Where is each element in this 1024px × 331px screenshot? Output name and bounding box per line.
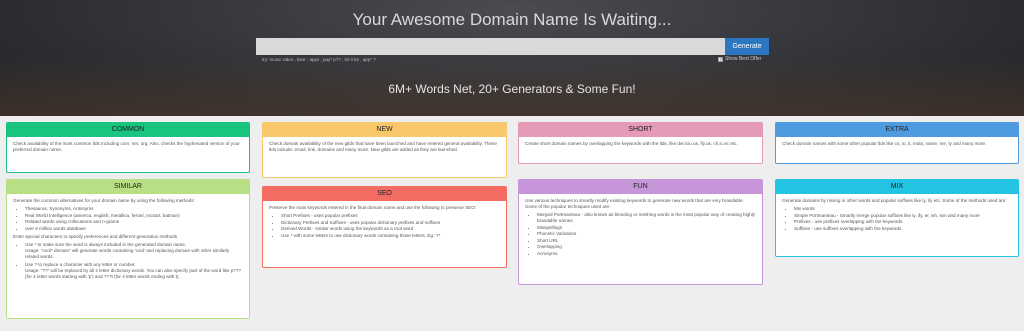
mix-methods-list: Mix words Simple Portmanteau - Smartly m… [794, 206, 1012, 232]
similar-methods-list: Thesaurus, Synonyms, Antonyms Real World… [25, 206, 243, 232]
card-new[interactable]: NEW Check domain availability of the new… [262, 122, 507, 178]
list-item: Phonetic Variations [537, 231, 756, 237]
card-mix[interactable]: MIX Generate domains by mixing in other … [775, 179, 1019, 257]
list-item: Thesaurus, Synonyms, Antonyms [25, 206, 243, 212]
best-offer-checkbox[interactable]: ✓ [718, 56, 723, 62]
search-bar: Generate [256, 38, 769, 55]
card-similar-title[interactable]: SIMILAR [7, 180, 249, 194]
list-item: Short Prefixes - uses popular prefixes [281, 213, 500, 219]
list-item: Overlapping [537, 244, 756, 250]
card-extra-text: Check domain names with some other popul… [782, 141, 987, 146]
list-item: Dictionary Prefixes and Suffixes - uses … [281, 220, 500, 226]
card-extra[interactable]: EXTRA Check domain names with some other… [775, 122, 1019, 164]
best-offer-label: Show Best Offer [725, 56, 762, 62]
generate-button[interactable]: Generate [725, 38, 769, 55]
card-common-title[interactable]: COMMON [7, 123, 249, 137]
list-item: Use ? to replace a character with any le… [25, 262, 243, 280]
card-seo[interactable]: SEO Preserve the main keywords entered i… [262, 186, 507, 268]
card-new-title[interactable]: NEW [263, 123, 506, 137]
card-mix-title[interactable]: MIX [776, 180, 1018, 194]
card-fun-title[interactable]: FUN [519, 180, 762, 194]
list-item: Use * with some letters to use dictionar… [281, 233, 500, 239]
card-short-text: Create short domain names by overlapping… [525, 141, 738, 146]
card-short-title[interactable]: SHORT [519, 123, 762, 137]
card-fun-intro: Use various techniques to smartly modify… [525, 198, 744, 209]
question-usage: Usage: "??" will be replaced by all 2 le… [25, 267, 241, 279]
card-seo-intro: Preserve the main keywords entered in th… [269, 205, 477, 210]
card-seo-title[interactable]: SEO [263, 187, 506, 201]
list-item: Real World Intelligence (america, englis… [25, 213, 243, 219]
list-item: Merged Portmanteau - also known as blend… [537, 212, 756, 224]
hero-banner: Your Awesome Domain Name Is Waiting... G… [0, 0, 1024, 116]
list-item: over 6 million words database [25, 226, 243, 232]
list-item: Short URL [537, 238, 756, 244]
fun-methods-list: Merged Portmanteau - also known as blend… [537, 212, 756, 257]
card-short[interactable]: SHORT Create short domain names by overl… [518, 122, 763, 164]
list-item: Misspellings [537, 225, 756, 231]
card-similar[interactable]: SIMILAR Generate the common alternatives… [6, 179, 250, 319]
card-new-text: Check domain availability of the new gtl… [269, 141, 497, 152]
list-item: Use * to make sure the word is always in… [25, 242, 243, 260]
question-rule: Use ? to replace a character with any le… [25, 261, 136, 267]
list-item: Simple Portmanteau - Smartly merge popul… [794, 213, 1012, 219]
special-characters-intro: Enter special characters to specify pref… [13, 233, 178, 239]
hero-title: Your Awesome Domain Name Is Waiting... [352, 10, 672, 29]
best-offer-toggle[interactable]: ✓ Show Best Offer [718, 56, 761, 62]
list-item: Acronyms [537, 251, 756, 257]
card-common[interactable]: COMMON Check availability of the most co… [6, 122, 250, 173]
card-fun[interactable]: FUN Use various techniques to smartly mo… [518, 179, 763, 285]
list-item: Suffixes - use suffixes overlapping with… [794, 226, 1012, 232]
card-mix-intro: Generate domains by mixing in other word… [782, 198, 1007, 203]
list-item: Derived Words - similar words using the … [281, 226, 500, 232]
search-examples: try: music video , best - apps , pay* p?… [262, 57, 376, 62]
star-rule: Use * to make sure the word is always in… [25, 241, 187, 247]
seo-methods-list: Short Prefixes - uses popular prefixes D… [281, 213, 500, 239]
card-common-text: Check availability of the most common tl… [13, 141, 240, 152]
card-extra-title[interactable]: EXTRA [776, 123, 1018, 137]
star-usage: Usage: "cool* domain" will generate word… [25, 247, 230, 259]
card-similar-intro: Generate the common alternatives for you… [13, 198, 195, 203]
list-item: Prefixes - use prefixes overlapping with… [794, 219, 1012, 225]
list-item: Related words using collocations and n-g… [25, 219, 243, 225]
domain-search-input[interactable] [256, 38, 725, 55]
hero-tagline: 6M+ Words Net, 20+ Generators & Some Fun… [388, 82, 636, 96]
special-characters-list: Use * to make sure the word is always in… [25, 242, 243, 280]
list-item: Mix words [794, 206, 1012, 212]
